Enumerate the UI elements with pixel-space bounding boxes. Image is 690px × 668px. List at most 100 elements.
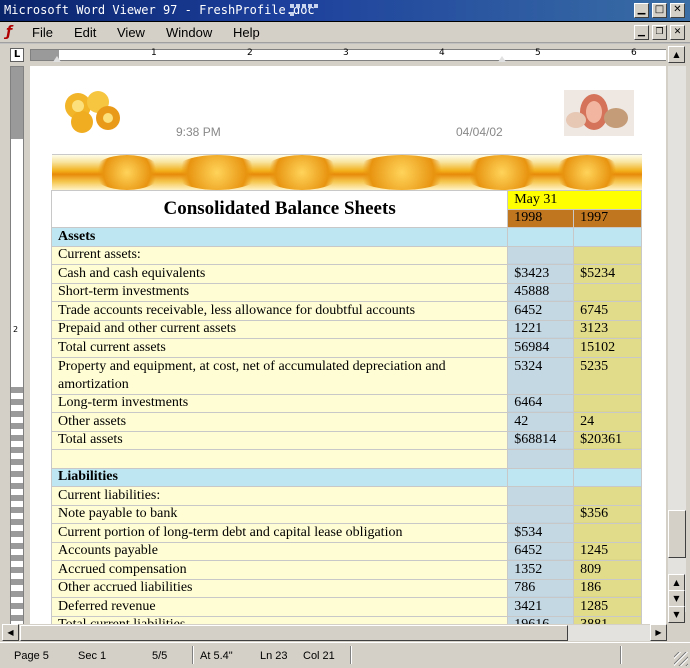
ruler-strip[interactable]: 1 2 3 4 5 6 (30, 48, 680, 62)
row-label: Property and equipment, at cost, net of … (50, 356, 509, 395)
value-1998 (507, 504, 575, 524)
value-1997: 15102 (573, 338, 642, 358)
status-page: Page 5 (14, 650, 49, 662)
value-1998: $534 (507, 523, 575, 543)
scroll-up-button[interactable]: ▲ (668, 46, 685, 63)
table-row: Accrued compensation 1352 809 (50, 560, 642, 580)
table-row: Property and equipment, at cost, net of … (50, 356, 642, 395)
value-1997: 3881 (573, 615, 642, 624)
row-label: Current portion of long-term debt and ca… (50, 523, 509, 543)
horizontal-scroll-thumb[interactable] (20, 625, 568, 641)
assets-heading: Assets (50, 227, 509, 247)
value-1998: 1221 (507, 319, 575, 339)
scroll-down-button[interactable]: ▼ (668, 606, 685, 623)
balance-sheet-table: Consolidated Balance Sheets May 31 1998 … (50, 190, 642, 624)
row-label: Total assets (50, 430, 509, 450)
horizontal-ruler[interactable]: L 1 2 3 4 5 6 (0, 44, 690, 66)
value-1997: 3123 (573, 319, 642, 339)
value-1998: 6464 (507, 393, 575, 413)
ruler-number: 2 (247, 48, 253, 58)
page-up-button[interactable]: ▲ (668, 574, 685, 591)
value-1997 (573, 523, 642, 543)
value-1998: 45888 (507, 282, 575, 302)
value-1998: 56984 (507, 338, 575, 358)
close-button[interactable]: ✕ (670, 3, 685, 18)
right-indent-marker[interactable] (498, 56, 506, 62)
table-row: Current assets: (50, 245, 642, 265)
table-title: Consolidated Balance Sheets (50, 190, 509, 228)
ruler-number: 3 (343, 48, 349, 58)
row-label: Other assets (50, 412, 509, 432)
title-bar[interactable]: Microsoft Word Viewer 97 - FreshProfile.… (0, 0, 690, 22)
ruler-number: 5 (535, 48, 541, 58)
table-row: Other assets 42 24 (50, 412, 642, 432)
window-title: Microsoft Word Viewer 97 - FreshProfile.… (4, 3, 315, 17)
value-1997: 5235 (573, 356, 642, 395)
menu-view[interactable]: View (117, 25, 145, 40)
value-1997 (573, 393, 642, 413)
doc-restore-button[interactable]: ❐ (652, 25, 667, 40)
table-row: Note payable to bank $356 (50, 504, 642, 524)
fruit-banner (52, 154, 642, 190)
left-indent-marker[interactable] (53, 56, 61, 62)
resize-grip[interactable] (674, 652, 688, 666)
title-decoration (290, 4, 320, 18)
liabilities-heading: Liabilities (50, 467, 509, 487)
horizontal-scrollbar[interactable]: ◀ ▶ (0, 624, 690, 642)
maximize-button[interactable]: □ (652, 3, 667, 18)
minimize-button[interactable]: ▁ (634, 3, 649, 18)
table-row: Other accrued liabilities 786 186 (50, 578, 642, 598)
section-header-row: Liabilities (50, 467, 642, 487)
menu-help[interactable]: Help (233, 25, 260, 40)
table-row: Current liabilities: (50, 486, 642, 506)
row-label: Trade accounts receivable, less allowanc… (50, 301, 509, 321)
page-down-button[interactable]: ▼ (668, 590, 685, 607)
status-section: Sec 1 (78, 650, 107, 662)
header-date: 04/04/02 (456, 125, 503, 139)
status-pages: 5/5 (152, 650, 168, 662)
vruler-strip[interactable]: 2 3 4 (10, 66, 24, 625)
ruler-number: 6 (631, 48, 637, 58)
row-label: Prepaid and other current assets (50, 319, 509, 339)
vertical-scroll-thumb[interactable] (668, 510, 686, 558)
row-label: Other accrued liabilities (50, 578, 509, 598)
menu-edit[interactable]: Edit (74, 25, 96, 40)
table-row: Total current liabilities196163881 (50, 615, 642, 624)
doc-close-button[interactable]: ✕ (670, 25, 685, 40)
value-1998: $3423 (507, 264, 575, 284)
value-1998 (507, 245, 575, 265)
document-page[interactable]: 9:38 PM 04/04/02 Consolidated Balance Sh… (30, 66, 666, 624)
header-time: 9:38 PM (176, 125, 221, 139)
scroll-right-button[interactable]: ▶ (650, 624, 667, 641)
doc-minimize-button[interactable]: ▁ (634, 25, 649, 40)
value-1998: 42 (507, 412, 575, 432)
ruler-number: 4 (439, 48, 445, 58)
row-label: Long-term investments (50, 393, 509, 413)
value-1998: 3421 (507, 597, 575, 617)
vertical-scrollbar[interactable]: ▲ ▲ ▼ ▼ (666, 44, 690, 624)
table-row: Deferred revenue 3421 1285 (50, 597, 642, 617)
value-1998: 6452 (507, 541, 575, 561)
section-header-row: Assets (50, 227, 642, 247)
tab-stop-icon[interactable]: L (10, 48, 24, 62)
year-1998-header: 1998 (507, 208, 575, 228)
year-1997-header: 1997 (573, 208, 642, 228)
value-1997: 24 (573, 412, 642, 432)
table-row: Prepaid and other current assets 1221 3123 (50, 319, 642, 339)
menu-file[interactable]: File (32, 25, 53, 40)
value-1997: 1285 (573, 597, 642, 617)
table-row: Long-term investments 6464 (50, 393, 642, 413)
value-1998: 19616 (507, 615, 575, 624)
value-1998: 5324 (507, 356, 575, 395)
row-label: Current assets: (50, 245, 509, 265)
scroll-left-button[interactable]: ◀ (2, 624, 19, 641)
row-label: Short-term investments (50, 282, 509, 302)
word-app-icon[interactable]: ƒ (6, 24, 12, 40)
status-bar: Page 5 Sec 1 5/5 At 5.4" Ln 23 Col 21 (0, 642, 690, 668)
vertical-ruler[interactable]: 2 3 4 (0, 66, 30, 625)
menu-window[interactable]: Window (166, 25, 212, 40)
row-label: Deferred revenue (50, 597, 509, 617)
row-label: Total current liabilities (50, 615, 509, 624)
period-header: May 31 (507, 190, 642, 209)
value-1997: 6745 (573, 301, 642, 321)
